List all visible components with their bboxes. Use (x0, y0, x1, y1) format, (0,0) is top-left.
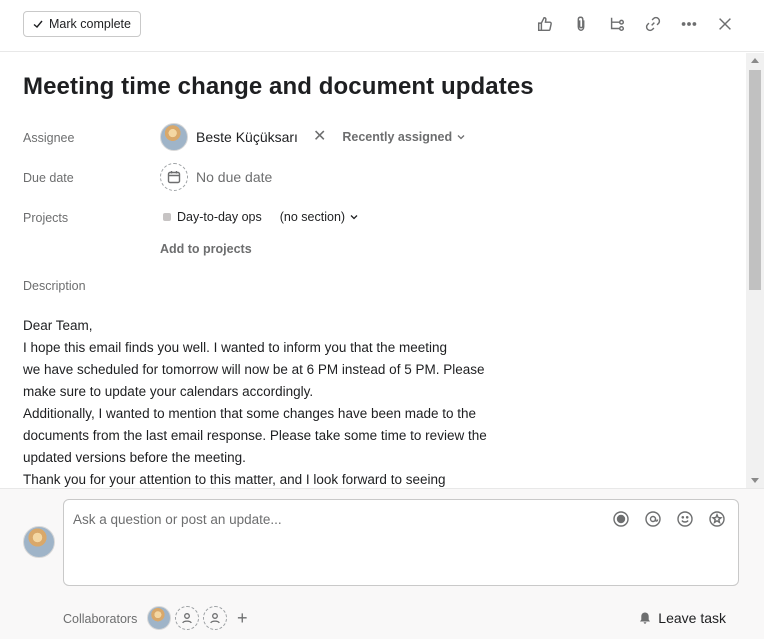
add-to-projects-button[interactable]: Add to projects (160, 242, 252, 256)
description-line: we have scheduled for tomorrow will now … (23, 362, 485, 377)
project-item[interactable]: Day-to-day ops (no section) (163, 210, 358, 224)
mark-complete-button[interactable]: Mark complete (23, 11, 141, 37)
more-icon[interactable] (678, 13, 700, 35)
assignee-field[interactable]: Beste Küçüksarı ✕ Recently assigned (160, 123, 465, 151)
description-label: Description (23, 279, 86, 293)
like-icon[interactable] (534, 13, 556, 35)
due-date-field[interactable]: No due date (160, 163, 272, 191)
remove-assignee-icon[interactable]: ✕ (313, 129, 326, 145)
description-line: Thank you for your attention to this mat… (23, 472, 446, 487)
description-text[interactable]: Dear Team, I hope this email finds you w… (23, 315, 513, 488)
due-date-label: Due date (23, 171, 74, 185)
add-collaborator-icon[interactable]: + (237, 609, 248, 627)
comment-input[interactable]: Ask a question or post an update... (63, 499, 739, 586)
collaborators-list: + (147, 606, 248, 630)
section-dropdown[interactable]: (no section) (280, 210, 358, 224)
project-color-icon (163, 213, 171, 221)
leave-task-button[interactable]: Leave task (638, 610, 726, 626)
link-icon[interactable] (642, 13, 664, 35)
task-details-pane: Meeting time change and document updates… (0, 53, 746, 488)
avatar (160, 123, 188, 151)
description-line: Dear Team, (23, 318, 93, 333)
comment-placeholder: Ask a question or post an update... (73, 512, 282, 527)
description-line: I hope this email finds you well. I want… (23, 340, 447, 355)
attachment-icon[interactable] (570, 13, 592, 35)
due-date-value: No due date (196, 169, 273, 185)
user-placeholder-icon[interactable] (203, 606, 227, 630)
collaborators-label: Collaborators (63, 612, 138, 626)
task-title[interactable]: Meeting time change and document updates (23, 73, 534, 101)
bell-icon (640, 612, 651, 624)
chevron-down-icon (457, 135, 465, 140)
check-icon (33, 20, 43, 28)
star-icon[interactable] (708, 510, 726, 528)
scroll-up-icon[interactable] (751, 58, 759, 63)
assignee-label: Assignee (23, 131, 75, 145)
record-icon[interactable] (612, 510, 630, 528)
task-header: Mark complete (0, 0, 764, 52)
mention-icon[interactable] (644, 510, 662, 528)
description-line: make sure to update your calendars accor… (23, 384, 314, 399)
projects-label: Projects (23, 211, 69, 225)
assignee-name[interactable]: Beste Küçüksarı (196, 129, 298, 145)
chevron-down-icon (350, 215, 358, 220)
scroll-down-icon[interactable] (751, 478, 759, 483)
emoji-icon[interactable] (676, 510, 694, 528)
calendar-icon (160, 163, 188, 191)
description-line: documents from the last email response. … (23, 428, 487, 443)
recently-assigned-dropdown[interactable]: Recently assigned (342, 130, 465, 144)
subtask-icon[interactable] (606, 13, 628, 35)
user-placeholder-icon[interactable] (175, 606, 199, 630)
description-line: Additionally, I wanted to mention that s… (23, 406, 477, 421)
mark-complete-label: Mark complete (49, 17, 131, 31)
project-name[interactable]: Day-to-day ops (177, 210, 262, 224)
section-label: (no section) (279, 210, 346, 224)
close-icon[interactable] (714, 13, 736, 35)
recently-assigned-label: Recently assigned (342, 130, 453, 144)
leave-task-label: Leave task (658, 610, 726, 626)
comment-section: Ask a question or post an update... Coll… (0, 488, 764, 639)
avatar (23, 526, 55, 558)
vertical-scrollbar[interactable] (746, 53, 764, 488)
scrollbar-thumb[interactable] (749, 70, 761, 290)
collaborator-avatar[interactable] (147, 606, 171, 630)
description-line: updated versions before the meeting. (23, 450, 246, 465)
